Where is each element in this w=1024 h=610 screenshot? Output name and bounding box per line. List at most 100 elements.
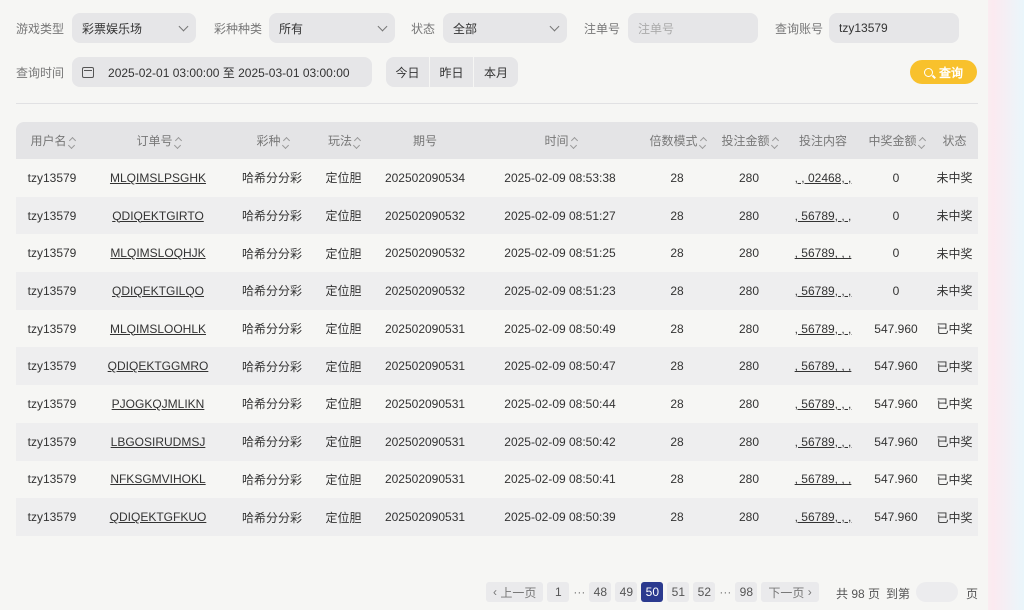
header-play[interactable]: 玩法 (316, 122, 371, 159)
quick-today-button[interactable]: 今日 (386, 57, 430, 87)
order-no-cell: QDIQEKTGFKUO (88, 498, 228, 536)
order-no-link[interactable]: PJOGKQJMLIKN (112, 397, 205, 411)
issue-cell: 202502090534 (371, 159, 479, 197)
play-cell: 定位胆 (316, 498, 371, 536)
status-cell: 已中奖 (936, 397, 973, 412)
username-cell: tzy13579 (16, 234, 88, 273)
bet-content-link[interactable]: , 56789, , , (795, 246, 852, 260)
status-cell: 未中奖 (931, 272, 978, 310)
bet-content-link[interactable]: , 56789, , , (795, 435, 852, 449)
header-lottery[interactable]: 彩种 (228, 122, 316, 159)
bet-amount-cell: 280 (713, 234, 785, 273)
bet-amount-cell: 280 (738, 472, 760, 487)
play-cell: 定位胆 (316, 385, 371, 423)
order-no-link[interactable]: MLQIMSLOOHLK (110, 322, 206, 336)
bet-content-link[interactable]: , 56789, , , (795, 284, 852, 298)
order-no-link[interactable]: NFKSGMVIHOKL (110, 472, 205, 486)
multiplier-cell: 28 (641, 272, 713, 310)
page-button[interactable]: 52 (693, 582, 716, 602)
order-no-link[interactable]: QDIQEKTGIRTO (112, 209, 204, 223)
header-bet-amount[interactable]: 投注金额 (713, 122, 785, 159)
multiplier-cell: 28 (641, 385, 713, 423)
order-no-label: 注单号 (584, 21, 621, 36)
multiplier-cell: 28 (641, 422, 713, 461)
order-no-link[interactable]: MLQIMSLPSGHK (110, 171, 206, 185)
current-page-button[interactable]: 50 (641, 582, 664, 602)
account-input[interactable]: tzy13579 (829, 13, 960, 43)
quick-yesterday-button[interactable]: 昨日 (430, 57, 474, 87)
header-win-amount[interactable]: 中奖金额 (861, 122, 931, 159)
bet-amount-cell: 280 (738, 283, 760, 298)
order-no-link[interactable]: MLQIMSLOQHJK (110, 246, 205, 260)
issue-cell: 202502090532 (384, 208, 466, 223)
page-button[interactable]: 49 (615, 582, 638, 602)
issue-cell: 202502090532 (371, 196, 479, 235)
game-type-label: 游戏类型 (16, 21, 65, 36)
table-row: tzy13579 MLQIMSLOOHLK 哈希分分彩 定位胆 202502090531… (16, 309, 978, 348)
play-cell: 定位胆 (316, 234, 371, 273)
bet-content-link[interactable]: , 56789, , , (795, 510, 852, 524)
bet-amount-cell: 280 (713, 460, 785, 499)
bet-content-link[interactable]: , 56789, , , (795, 472, 852, 486)
quick-month-button[interactable]: 本月 (474, 57, 518, 87)
bet-content-link[interactable]: , 56789, , , (795, 359, 852, 373)
bet-amount-cell: 280 (738, 359, 760, 374)
lottery-type-select[interactable]: 所有 (269, 13, 396, 43)
play-cell: 定位胆 (325, 322, 362, 337)
header-username[interactable]: 用户名 (16, 122, 88, 159)
bet-content-link[interactable]: , 56789, , , (795, 322, 852, 336)
header-status: 状态 (931, 122, 978, 159)
lottery-cell: 哈希分分彩 (241, 171, 302, 186)
order-no-link[interactable]: QDIQEKTGILQO (112, 284, 204, 298)
header-multiplier[interactable]: 倍数模式 (641, 122, 713, 159)
win-amount-cell: 547.960 (874, 359, 918, 374)
issue-cell: 202502090531 (384, 359, 466, 374)
page-button[interactable]: 51 (667, 582, 690, 602)
status-cell: 未中奖 (936, 209, 973, 224)
order-no-link[interactable]: QDIQEKTGGMRO (108, 359, 209, 373)
order-no-input[interactable]: 注单号 (628, 13, 759, 43)
bet-amount-cell: 280 (713, 159, 785, 197)
bet-amount-cell: 280 (713, 272, 785, 310)
order-no-link[interactable]: LBGOSIRUDMSJ (111, 435, 206, 449)
page-button[interactable]: 98 (735, 582, 758, 602)
page-button[interactable]: 1 (547, 582, 570, 602)
bet-content-link[interactable]: , 56789, , , (795, 209, 852, 223)
time-cell: 2025-02-09 08:50:42 (504, 434, 616, 449)
bet-content-cell: , 56789, , , (785, 498, 861, 536)
bet-content-link[interactable]: , , 02468, , (795, 171, 852, 185)
bet-content-link[interactable]: , 56789, , , (795, 397, 852, 411)
page-button[interactable]: 48 (589, 582, 612, 602)
time-range-picker[interactable]: 2025-02-01 03:00:00 至 2025-03-01 03:00:0… (72, 57, 373, 87)
status-cell: 未中奖 (931, 196, 978, 235)
goto-page-input[interactable] (916, 582, 958, 602)
win-amount-cell: 0 (892, 208, 900, 223)
username-cell: tzy13579 (27, 510, 77, 525)
issue-cell: 202502090531 (371, 385, 479, 423)
table-header-row: 用户名 订单号 彩种 玩法 期号 时间 倍数模式 投注金额 投注内容 中奖金额 … (16, 122, 978, 159)
search-button[interactable]: 查询 (910, 60, 977, 84)
header-order-no[interactable]: 订单号 (88, 122, 228, 159)
game-type-select[interactable]: 彩票娱乐场 (72, 13, 197, 43)
multiplier-cell: 28 (670, 434, 684, 449)
order-no-cell: NFKSGMVIHOKL (88, 460, 228, 499)
order-no-cell: MLQIMSLPSGHK (88, 159, 228, 197)
order-no-cell: LBGOSIRUDMSJ (88, 422, 228, 461)
lottery-cell: 哈希分分彩 (241, 359, 302, 374)
win-amount-cell: 547.960 (861, 347, 931, 386)
prev-page-button[interactable]: ‹ 上一页 (486, 582, 544, 602)
lottery-cell: 哈希分分彩 (241, 209, 302, 224)
search-icon (923, 67, 933, 77)
username-cell: tzy13579 (27, 472, 77, 487)
header-issue: 期号 (371, 122, 479, 159)
next-page-button[interactable]: 下一页 › (761, 582, 819, 602)
multiplier-cell: 28 (670, 472, 684, 487)
issue-cell: 202502090531 (371, 422, 479, 461)
chevron-down-icon (377, 21, 388, 32)
header-time[interactable]: 时间 (479, 122, 641, 159)
table-row: tzy13579 PJOGKQJMLIKN 哈希分分彩 定位胆 202502090531… (16, 385, 978, 423)
order-no-link[interactable]: QDIQEKTGFKUO (110, 510, 207, 524)
status-select[interactable]: 全部 (443, 13, 568, 43)
order-no-cell: QDIQEKTGILQO (88, 272, 228, 310)
issue-cell: 202502090531 (384, 472, 466, 487)
